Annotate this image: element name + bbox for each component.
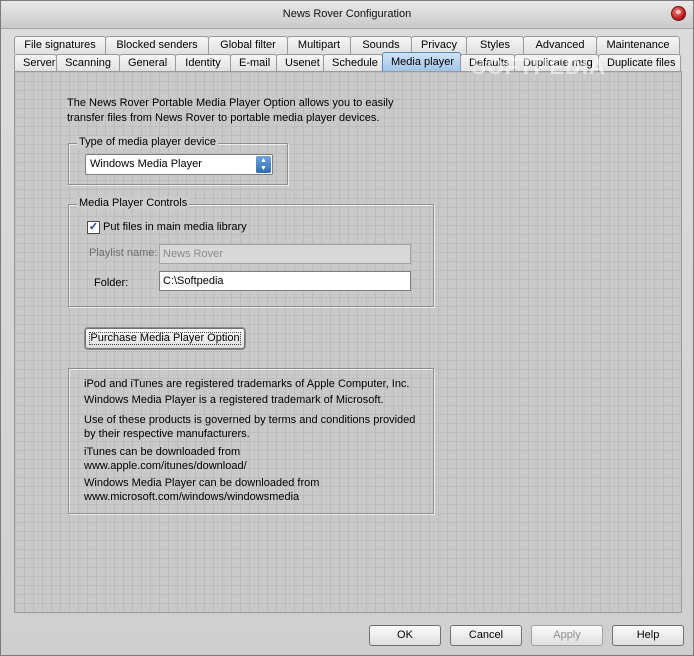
tab-scanning[interactable]: Scanning [56,54,120,72]
tab-usenet[interactable]: Usenet [276,54,324,72]
playlist-name-input[interactable]: News Rover [159,244,411,264]
tab-duplicate-files[interactable]: Duplicate files [598,54,681,72]
terms-text-1: Use of these products is governed by ter… [84,414,416,426]
tab-styles[interactable]: Styles [466,36,524,54]
tab-identity[interactable]: Identity [175,54,231,72]
help-button[interactable]: Help [612,625,684,646]
ok-button[interactable]: OK [369,625,441,646]
tab-email[interactable]: E-mail [230,54,277,72]
cancel-button[interactable]: Cancel [450,625,522,646]
tab-blocked-senders[interactable]: Blocked senders [105,36,209,54]
tab-file-signatures[interactable]: File signatures [14,36,106,54]
tab-advanced[interactable]: Advanced [523,36,597,54]
main-library-label: Put files in main media library [103,221,247,233]
apply-button[interactable]: Apply [531,625,603,646]
itunes-download-url: www.apple.com/itunes/download/ [84,460,247,472]
intro-text: The News Rover Portable Media Player Opt… [67,96,427,126]
tab-schedule[interactable]: Schedule [323,54,383,72]
intro-line-2: transfer files from News Rover to portab… [67,112,380,124]
intro-line-1: The News Rover Portable Media Player Opt… [67,97,394,109]
device-type-legend: Type of media player device [77,136,218,148]
device-type-select[interactable]: Windows Media Player ▲ ▼ [85,154,273,175]
close-icon[interactable] [671,6,686,21]
watermark-text: SOFTPEDIA [471,54,606,79]
tab-server[interactable]: Server [14,54,57,72]
wmp-download-url: www.microsoft.com/windows/windowsmedia [84,491,300,503]
tab-multipart[interactable]: Multipart [287,36,351,54]
folder-input[interactable]: C:\Softpedia [159,271,411,291]
tab-general[interactable]: General [119,54,176,72]
wmp-download-label: Windows Media Player can be downloaded f… [84,477,320,489]
tab-media-player[interactable]: Media player [382,52,461,72]
media-controls-legend: Media Player Controls [77,197,190,209]
config-window: News Rover Configuration File signatures… [0,0,694,656]
trademark-text-2: Windows Media Player is a registered tra… [84,394,384,406]
terms-text-2: by their respective manufacturers. [84,428,250,440]
tab-maintenance[interactable]: Maintenance [596,36,680,54]
window-title: News Rover Configuration [282,8,412,20]
purchase-button[interactable]: Purchase Media Player Option [85,328,245,349]
folder-label: Folder: [94,277,129,289]
tab-global-filter[interactable]: Global filter [208,36,288,54]
itunes-download-label: iTunes can be downloaded from [84,446,241,458]
title-bar[interactable]: News Rover Configuration [1,1,693,29]
trademark-text-1: iPod and iTunes are registered trademark… [84,378,410,390]
main-library-checkbox[interactable]: ✓ [87,221,100,234]
tab-row-1: File signatures Blocked senders Global f… [14,36,680,54]
device-type-value: Windows Media Player [90,158,202,170]
playlist-name-label: Playlist name: [89,247,158,259]
updown-arrow-icon[interactable]: ▲ ▼ [256,156,271,173]
